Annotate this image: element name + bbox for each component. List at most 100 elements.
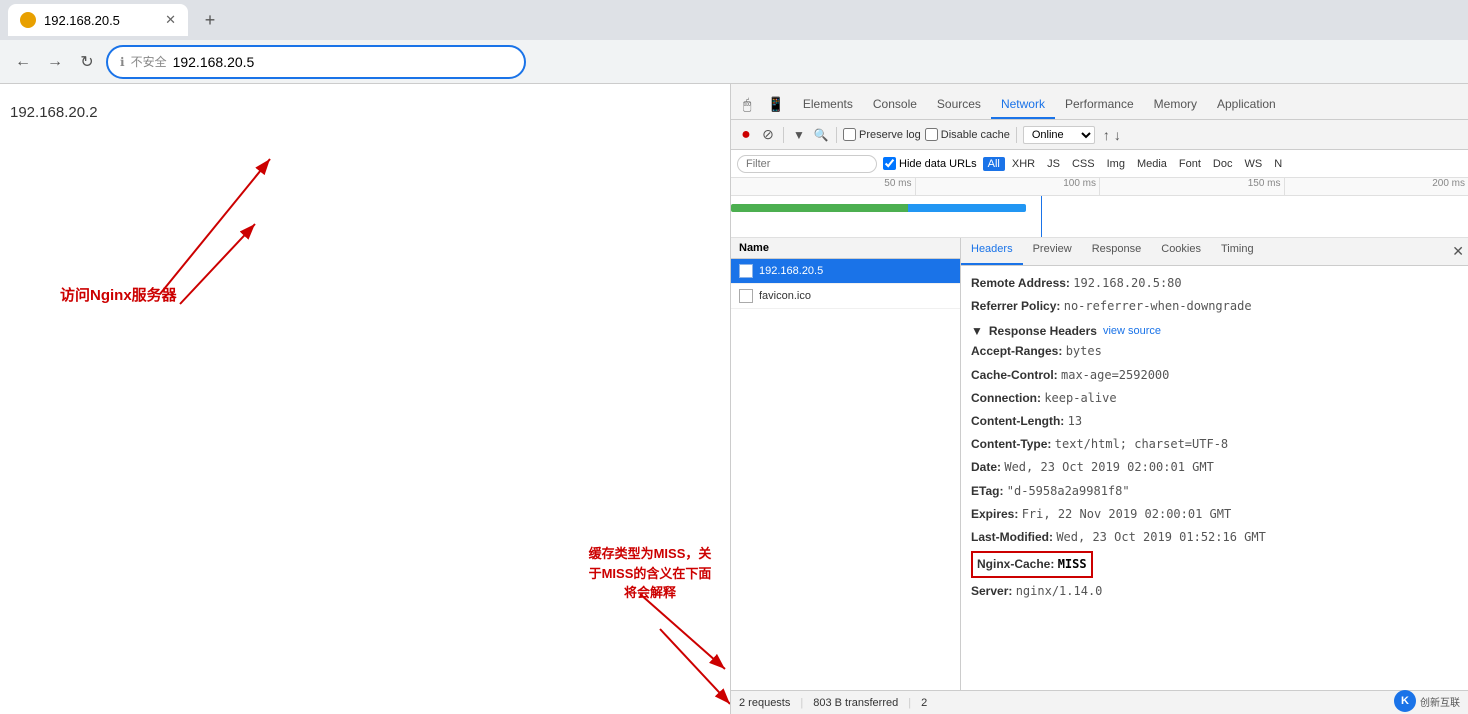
detail-tab-preview[interactable]: Preview [1023,238,1082,265]
referrer-policy-value: no-referrer-when-downgrade [1064,299,1252,313]
expires-row: Expires: Fri, 22 Nov 2019 02:00:01 GMT [971,503,1458,526]
url-insecure-label: 不安全 [131,53,167,70]
detail-tab-response[interactable]: Response [1082,238,1152,265]
view-source-link[interactable]: view source [1103,325,1161,337]
hide-data-urls-checkbox[interactable]: Hide data URLs [883,157,977,170]
tab-memory[interactable]: Memory [1144,91,1207,119]
timeline-mark-100: 100 ms [916,178,1101,195]
request-name-1: 192.168.20.5 [759,265,823,277]
main-area: 192.168.20.2 访问Nginx服务器 缓存类型为MISS，关于MISS… [0,84,1468,714]
detail-tab-cookies[interactable]: Cookies [1151,238,1211,265]
tab-title: 192.168.20.5 [44,13,120,28]
tab-sources[interactable]: Sources [927,91,991,119]
response-headers-title: ▼ Response Headers view source [971,318,1458,340]
browser-tab[interactable]: 192.168.20.5 ✕ [8,4,188,36]
date-key: Date: [971,460,1004,474]
server-row: Server: nginx/1.14.0 [971,580,1458,603]
tab-elements[interactable]: Elements [793,91,863,119]
filter-type-font[interactable]: Font [1174,157,1206,171]
tab-close-icon[interactable]: ✕ [165,12,176,28]
content-type-key: Content-Type: [971,437,1055,451]
arrow-to-cache [0,84,730,714]
hide-data-urls-input[interactable] [883,157,896,170]
remote-address-row: Remote Address: 192.168.20.5:80 [971,272,1458,295]
detail-tab-timing[interactable]: Timing [1211,238,1264,265]
status-bar: 2 requests | 803 B transferred | 2 K 创新互… [731,690,1468,714]
nginx-cache-row: Nginx-Cache: MISS [971,551,1093,578]
nav-forward-button[interactable]: → [42,49,68,75]
disable-cache-checkbox[interactable]: Disable cache [925,128,1010,141]
timeline-mark-200: 200 ms [1285,178,1468,195]
content-length-row: Content-Length: 13 [971,410,1458,433]
filter-type-js[interactable]: JS [1042,157,1065,171]
connection-value: keep-alive [1044,391,1116,405]
tab-performance[interactable]: Performance [1055,91,1144,119]
disable-cache-input[interactable] [925,128,938,141]
last-modified-value: Wed, 23 Oct 2019 01:52:16 GMT [1056,530,1266,544]
date-row: Date: Wed, 23 Oct 2019 02:00:01 GMT [971,456,1458,479]
new-tab-button[interactable]: + [196,6,224,34]
expires-value: Fri, 22 Nov 2019 02:00:01 GMT [1022,507,1232,521]
devtools-tabbar: 🖱 📱 Elements Console Sources Network Per… [731,84,1468,120]
search-button[interactable]: 🔍 [812,126,830,144]
nav-refresh-button[interactable]: ↻ [74,49,100,75]
tab-favicon [20,12,36,28]
server-key: Server: [971,584,1016,598]
filter-button[interactable]: ▼ [790,126,808,144]
request-item-2[interactable]: favicon.ico [731,284,960,309]
toolbar-separator-1 [783,127,784,143]
response-headers-triangle[interactable]: ▼ [971,324,983,338]
cache-control-row: Cache-Control: max-age=2592000 [971,364,1458,387]
detail-close-button[interactable]: ✕ [1452,243,1464,260]
export-button[interactable]: ↓ [1114,127,1121,143]
tab-network[interactable]: Network [991,91,1055,119]
filter-input[interactable] [737,155,877,173]
preserve-log-input[interactable] [843,128,856,141]
detail-tab-headers[interactable]: Headers [961,238,1023,265]
referrer-policy-row: Referrer Policy: no-referrer-when-downgr… [971,295,1458,318]
throttle-select[interactable]: Online Offline Slow 3G Fast 3G [1023,126,1095,144]
timeline-area: 50 ms 100 ms 150 ms 200 ms [731,178,1468,238]
tab-console[interactable]: Console [863,91,927,119]
timeline-ruler: 50 ms 100 ms 150 ms 200 ms [731,178,1468,196]
filter-types: All XHR JS CSS Img Media Font Doc WS N [983,157,1288,171]
browser-titlebar: 192.168.20.5 ✕ + [0,0,1468,40]
last-modified-key: Last-Modified: [971,530,1056,544]
nav-back-button[interactable]: ← [10,49,36,75]
url-secure-icon: ℹ [120,55,125,69]
remote-address-value: 192.168.20.5:80 [1073,276,1181,290]
filter-type-css[interactable]: CSS [1067,157,1100,171]
request-item-1[interactable]: 192.168.20.5 [731,259,960,284]
timeline-mark-50: 50 ms [731,178,916,195]
address-bar: ← → ↻ ℹ 不安全 192.168.20.5 [0,40,1468,84]
annotation-cache: 缓存类型为MISS，关于MISS的含义在下面将会解释 [570,544,730,603]
filter-type-n[interactable]: N [1269,157,1287,171]
logo-text: 创新互联 [1420,694,1460,709]
url-bar[interactable]: ℹ 不安全 192.168.20.5 [106,45,526,79]
tab-application[interactable]: Application [1207,91,1286,119]
expires-key: Expires: [971,507,1022,521]
stop-button[interactable]: ⊘ [759,126,777,144]
connection-row: Connection: keep-alive [971,387,1458,410]
resource-size: 2 [921,697,927,709]
device-icon[interactable]: 📱 [759,90,792,119]
filter-type-media[interactable]: Media [1132,157,1172,171]
accept-ranges-value: bytes [1066,344,1102,358]
filter-bar: Hide data URLs All XHR JS CSS Img Media … [731,150,1468,178]
nginx-cache-value: MISS [1058,557,1087,571]
import-button[interactable]: ↑ [1103,127,1110,143]
detail-content: Remote Address: 192.168.20.5:80 Referrer… [961,266,1468,609]
preserve-log-checkbox[interactable]: Preserve log [843,128,921,141]
content-length-key: Content-Length: [971,414,1068,428]
separator-bar: | [800,697,803,709]
timeline-bar-1 [731,204,1026,212]
content-length-value: 13 [1068,414,1082,428]
filter-type-all[interactable]: All [983,157,1005,171]
filter-type-doc[interactable]: Doc [1208,157,1238,171]
filter-type-img[interactable]: Img [1102,157,1130,171]
filter-type-xhr[interactable]: XHR [1007,157,1040,171]
inspect-icon[interactable]: 🖱 [735,90,759,119]
detail-tabs: ✕ Headers Preview Response Cookies Timin… [961,238,1468,266]
record-button[interactable]: ● [737,126,755,144]
filter-type-ws[interactable]: WS [1239,157,1267,171]
